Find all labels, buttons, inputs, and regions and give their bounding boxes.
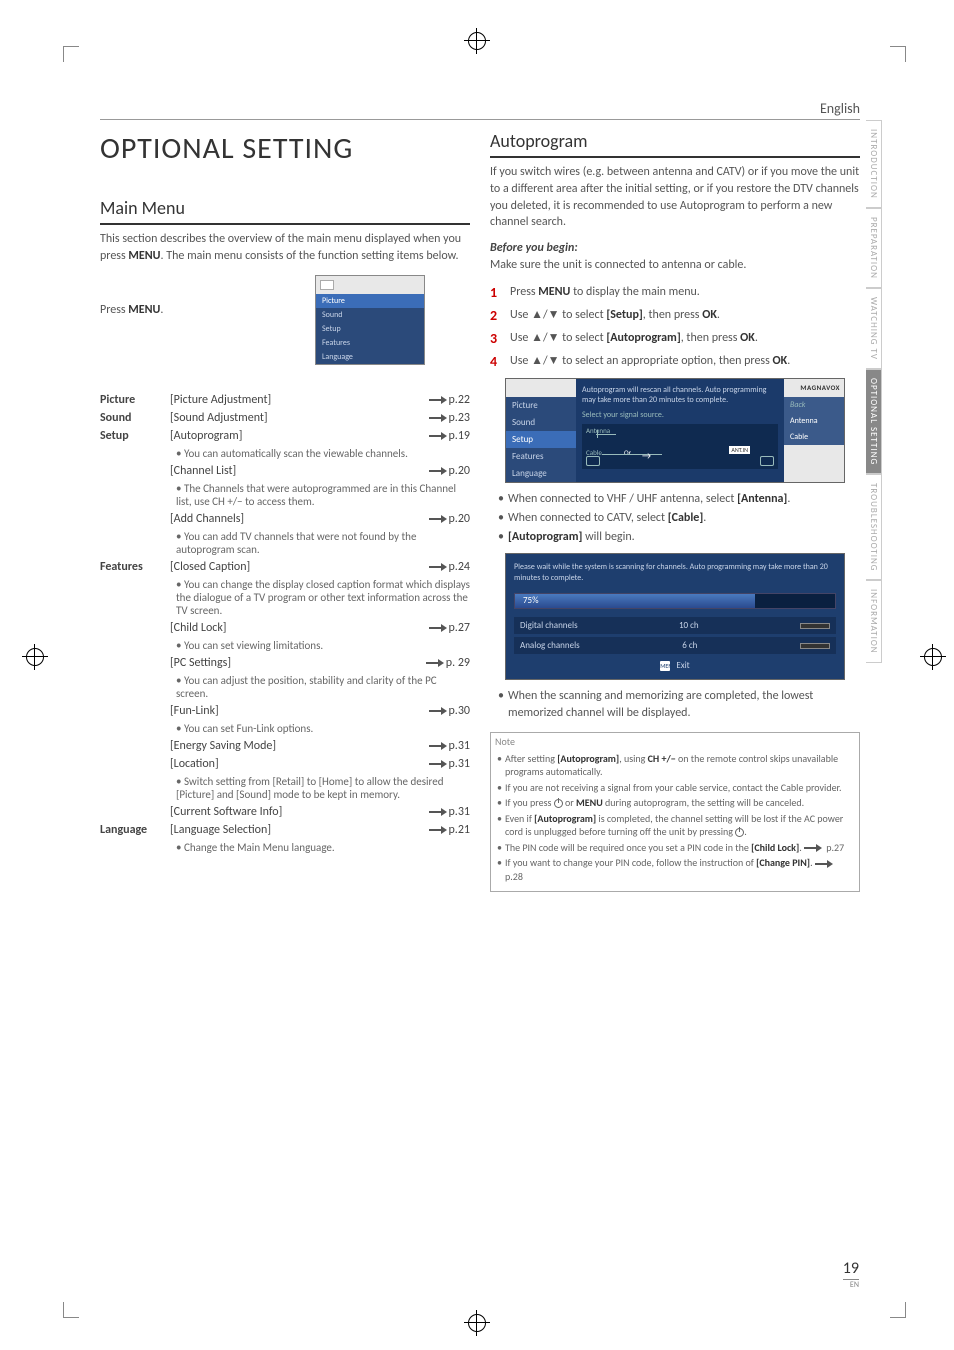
bullet: When the scanning and memorizing are com…: [498, 688, 860, 722]
row-value: 10 ch: [679, 620, 699, 631]
page-number: 19 EN: [843, 1259, 859, 1290]
bar-icon: [800, 623, 830, 629]
menu-item: Features: [316, 336, 424, 350]
bullet: [Autoprogram] will begin.: [498, 529, 860, 546]
before-you-begin-label: Before you begin:: [490, 241, 860, 255]
menu-item: Language: [316, 350, 424, 364]
menu-item: Picture: [316, 294, 424, 308]
row-label: Digital channels: [520, 620, 578, 631]
menu-item: Setup: [506, 431, 576, 448]
progress-percent: 75%: [523, 595, 539, 606]
before-you-begin-text: Make sure the unit is connected to anten…: [490, 257, 860, 274]
signal-diagram: Antenna Cable Or → ANT.IN: [582, 424, 778, 469]
page-title: OPTIONAL SETTING: [100, 130, 470, 167]
menu-item: Setup: [316, 322, 424, 336]
crop-mark-tl: [63, 46, 79, 62]
analog-channels-row: Analog channels 6 ch: [514, 637, 836, 654]
row-value: 6 ch: [682, 640, 697, 651]
menu-button-icon: MENU: [660, 661, 670, 671]
bullet: When connected to CATV, select [Cable].: [498, 510, 860, 527]
crop-mark-tr: [890, 46, 906, 62]
main-menu-intro: This section describes the overview of t…: [100, 231, 470, 265]
tab-troubleshooting: TROUBLESHOOTING: [866, 474, 882, 580]
menu-item: Picture: [506, 397, 576, 414]
main-menu-screenshot: Picture Sound Setup Features Language: [315, 275, 425, 365]
press-menu-label: Press MENU.: [100, 275, 270, 317]
scr1-subtitle: Select your signal source.: [582, 410, 778, 420]
digital-channels-row: Digital channels 10 ch: [514, 617, 836, 634]
step-4: 4Use ▲/▼ to select an appropriate option…: [490, 353, 860, 370]
menu-item: Language: [506, 465, 576, 482]
cable-box-icon: [586, 456, 600, 466]
step-2: 2Use ▲/▼ to select [Setup], then press O…: [490, 307, 860, 324]
page-number-value: 19: [843, 1259, 859, 1280]
diagram-antin-label: ANT.IN: [729, 446, 750, 454]
autoprogram-heading: Autoprogram: [490, 130, 860, 158]
registration-mark: [468, 1314, 486, 1332]
registration-mark: [924, 648, 942, 666]
exit-hint: MENU Exit: [514, 660, 836, 671]
note-item: The PIN code will be required once you s…: [497, 841, 853, 855]
section-tabs: INTRODUCTION PREPARATION WATCHING TV OPT…: [866, 120, 882, 663]
note-heading: Note: [491, 733, 859, 750]
row-label: Analog channels: [520, 640, 580, 651]
autoprogram-bullets-2: When the scanning and memorizing are com…: [498, 688, 860, 722]
page-number-lang: EN: [843, 1280, 859, 1290]
crop-mark-br: [890, 1302, 906, 1318]
step-1: 1Press MENU to display the main menu.: [490, 284, 860, 301]
menu-item: Antenna: [784, 413, 844, 429]
step-3: 3Use ▲/▼ to select [Autoprogram], then p…: [490, 330, 860, 347]
scr2-message: Please wait while the system is scanning…: [514, 562, 836, 583]
note-box: Note After setting [Autoprogram], using …: [490, 732, 860, 893]
menu-item: Sound: [316, 308, 424, 322]
main-menu-heading: Main Menu: [100, 197, 470, 225]
note-item: If you are not receiving a signal from y…: [497, 781, 853, 795]
crop-mark-bl: [63, 1302, 79, 1318]
tv-box-icon: [760, 456, 774, 466]
menu-item: Features: [506, 448, 576, 465]
tab-optional-setting: OPTIONAL SETTING: [866, 369, 882, 474]
menu-item: Back: [784, 397, 844, 413]
autoprogram-intro: If you switch wires (e.g. between antenn…: [490, 164, 860, 231]
exit-label: Exit: [676, 660, 689, 671]
brand-label: MAGNAVOX: [784, 379, 844, 397]
toc-table: Picture[Picture Adjustment]p.22Sound[Sou…: [100, 391, 470, 856]
language-header: English: [100, 100, 860, 120]
diagram-or-label: Or: [624, 448, 631, 457]
autoprogram-bullets-1: When connected to VHF / UHF antenna, sel…: [498, 491, 860, 545]
tab-preparation: PREPARATION: [866, 208, 882, 288]
note-item: After setting [Autoprogram], using CH +/…: [497, 752, 853, 779]
note-item: If you want to change your PIN code, fol…: [497, 856, 853, 883]
registration-mark: [468, 32, 486, 50]
autoprogram-screenshot-1: Picture Sound Setup Features Language Au…: [505, 378, 845, 483]
menu-item: Sound: [506, 414, 576, 431]
menu-item: Cable: [784, 429, 844, 445]
logo-icon: [320, 280, 334, 290]
note-item: Even if [Autoprogram] is completed, the …: [497, 812, 853, 839]
tab-information: INFORMATION: [866, 580, 882, 663]
bar-icon: [800, 643, 830, 649]
scr1-message: Autoprogram will rescan all channels. Au…: [582, 385, 778, 406]
bullet: When connected to VHF / UHF antenna, sel…: [498, 491, 860, 508]
autoprogram-screenshot-2: Please wait while the system is scanning…: [505, 553, 845, 680]
note-item: If you press or MENU during autoprogram,…: [497, 796, 853, 810]
progress-bar: 75%: [514, 593, 836, 609]
tab-introduction: INTRODUCTION: [866, 120, 882, 208]
tab-watching-tv: WATCHING TV: [866, 288, 882, 369]
registration-mark: [26, 648, 44, 666]
